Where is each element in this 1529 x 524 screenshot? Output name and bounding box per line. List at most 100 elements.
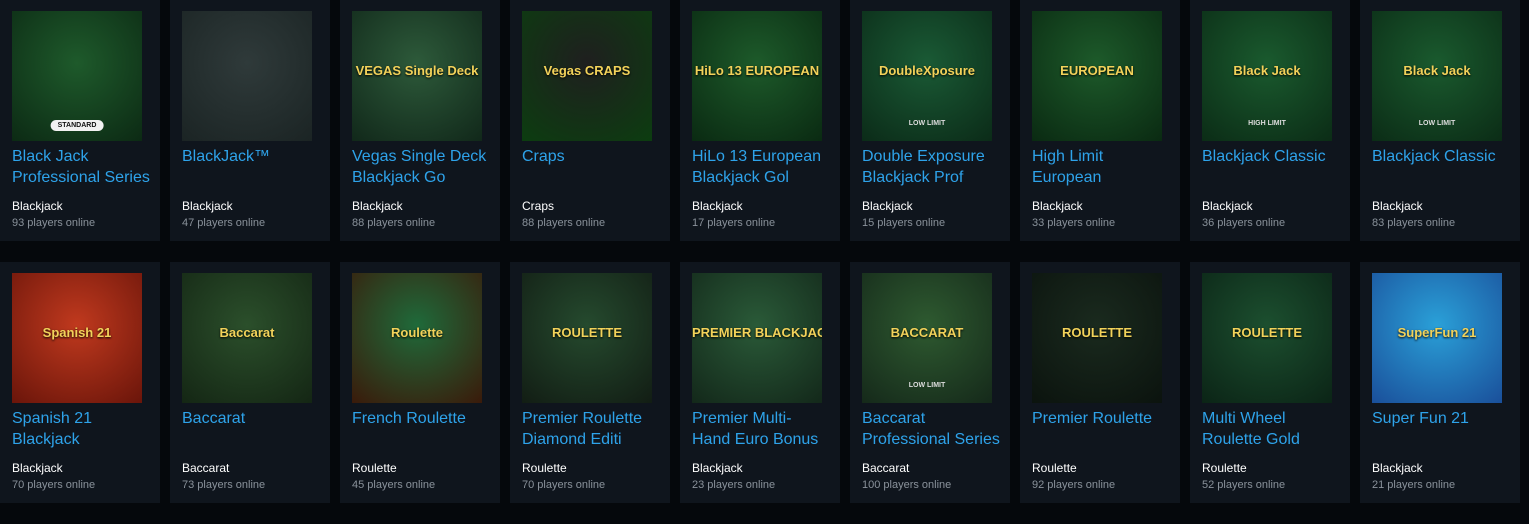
game-thumbnail[interactable]: Vegas CRAPS — [522, 11, 652, 141]
game-title[interactable]: Baccarat Professional Series — [862, 408, 1007, 450]
players-online: 15 players online — [862, 217, 946, 229]
game-card[interactable]: STANDARD Black Jack Professional Series Bla… — [0, 0, 160, 241]
game-thumbnail[interactable]: PREMIER BLACKJACK — [692, 273, 822, 403]
game-title[interactable]: Premier Roulette — [1032, 408, 1177, 429]
game-logo: VEGAS Single Deck — [355, 63, 479, 78]
game-logo: ROULETTE — [551, 325, 623, 340]
game-thumbnail[interactable]: BACCARAT LOW LIMIT — [862, 273, 992, 403]
game-logo: Roulette — [391, 325, 443, 340]
game-title[interactable]: Spanish 21 Blackjack — [12, 408, 157, 450]
game-category: Blackjack — [12, 461, 63, 475]
game-card[interactable]: SuperFun 21 Super Fun 21 Blackjack 21 playe… — [1360, 262, 1520, 503]
game-logo: PREMIER BLACKJACK — [692, 325, 822, 340]
game-card[interactable]: BACCARAT LOW LIMIT Baccarat Professional Se… — [850, 262, 1010, 503]
game-card[interactable]: ROULETTE Premier Roulette Roulette 92 playe… — [1020, 262, 1180, 503]
game-thumbnail[interactable]: EUROPEAN — [1032, 11, 1162, 141]
game-title[interactable]: Vegas Single Deck Blackjack Go — [352, 146, 497, 188]
game-title-line2: Roulette Gold — [1202, 431, 1300, 448]
game-category: Blackjack — [1032, 199, 1083, 213]
players-online: 70 players online — [12, 479, 96, 491]
game-title-line2: Diamond Editi — [522, 431, 622, 448]
game-card[interactable]: PREMIER BLACKJACK Premier Multi- Hand Euro… — [680, 262, 840, 503]
game-title[interactable]: Double Exposure Blackjack Prof — [862, 146, 1007, 188]
game-title-line1: Super Fun 21 — [1372, 410, 1469, 427]
game-title-line2: European — [1032, 169, 1102, 186]
game-card[interactable]: Spanish 21 Spanish 21 Blackjack Blackjack 70… — [0, 262, 160, 503]
game-card[interactable]: BlackJack™ Blackjack 47 players online — [170, 0, 330, 241]
game-category: Blackjack — [352, 199, 403, 213]
game-title[interactable]: Black Jack Professional Series — [12, 146, 157, 188]
game-logo: Baccarat — [219, 325, 275, 340]
game-card[interactable]: Roulette French Roulette Roulette 45 player… — [340, 262, 500, 503]
game-thumbnail[interactable]: Spanish 21 — [12, 273, 142, 403]
game-title-line1: French Roulette — [352, 410, 466, 427]
game-title-line2: Professional Series — [862, 431, 1000, 448]
game-logo: ROULETTE — [1231, 325, 1303, 340]
game-logo: SuperFun 21 — [1397, 325, 1477, 340]
game-category: Blackjack — [692, 199, 743, 213]
game-card[interactable]: VEGAS Single Deck Vegas Single Deck Blackj… — [340, 0, 500, 241]
game-row-2: Spanish 21 Spanish 21 Blackjack Blackjack 70… — [0, 262, 1529, 507]
game-title[interactable]: Multi Wheel Roulette Gold — [1202, 408, 1347, 450]
game-title[interactable]: HiLo 13 European Blackjack Gol — [692, 146, 837, 188]
game-title[interactable]: Blackjack Classic — [1202, 146, 1347, 167]
game-title[interactable]: Baccarat — [182, 408, 327, 429]
game-thumbnail[interactable]: VEGAS Single Deck — [352, 11, 482, 141]
players-online: 45 players online — [352, 479, 436, 491]
game-title[interactable]: Premier Multi- Hand Euro Bonus — [692, 408, 837, 450]
game-title-line2: Professional Series — [12, 169, 150, 186]
game-thumbnail[interactable]: Black Jack LOW LIMIT — [1372, 11, 1502, 141]
game-thumbnail[interactable] — [182, 11, 312, 141]
game-card[interactable]: DoubleXposure LOW LIMIT Double Exposure Bla… — [850, 0, 1010, 241]
game-thumbnail[interactable]: DoubleXposure LOW LIMIT — [862, 11, 992, 141]
game-logo: Black Jack — [1233, 63, 1301, 78]
game-thumbnail[interactable]: Roulette — [352, 273, 482, 403]
game-thumbnail[interactable]: ROULETTE — [1032, 273, 1162, 403]
thumbnail-badge: LOW LIMIT — [908, 382, 946, 389]
game-title-line1: Premier Roulette — [522, 410, 643, 427]
players-online: 47 players online — [182, 217, 266, 229]
game-thumbnail[interactable]: SuperFun 21 — [1372, 273, 1502, 403]
game-title-line1: Multi Wheel — [1202, 410, 1286, 427]
game-title[interactable]: Super Fun 21 — [1372, 408, 1517, 429]
thumbnail-badge: STANDARD — [50, 120, 104, 131]
game-thumbnail[interactable]: HiLo 13 EUROPEAN — [692, 11, 822, 141]
game-logo: DoubleXposure — [878, 63, 976, 78]
players-online: 70 players online — [522, 479, 606, 491]
game-title[interactable]: Craps — [522, 146, 667, 167]
game-thumbnail[interactable]: ROULETTE — [522, 273, 652, 403]
game-card[interactable]: HiLo 13 EUROPEAN HiLo 13 European Blackjac… — [680, 0, 840, 241]
game-category: Baccarat — [182, 461, 230, 475]
game-title[interactable]: High Limit European — [1032, 146, 1177, 188]
game-category: Roulette — [522, 461, 567, 475]
game-title-line1: Spanish 21 — [12, 410, 93, 427]
game-logo: Black Jack — [1403, 63, 1471, 78]
game-card[interactable]: ROULETTE Multi Wheel Roulette Gold Roulette… — [1190, 262, 1350, 503]
game-category: Blackjack — [1372, 461, 1423, 475]
game-title-line1: Premier Multi- — [692, 410, 792, 427]
players-online: 23 players online — [692, 479, 776, 491]
game-card[interactable]: ROULETTE Premier Roulette Diamond Editi Rou… — [510, 262, 670, 503]
game-thumbnail[interactable]: ROULETTE — [1202, 273, 1332, 403]
game-title[interactable]: Premier Roulette Diamond Editi — [522, 408, 667, 450]
game-title[interactable]: French Roulette — [352, 408, 497, 429]
players-online: 17 players online — [692, 217, 776, 229]
game-thumbnail[interactable]: Baccarat — [182, 273, 312, 403]
game-card[interactable]: EUROPEAN High Limit European Blackjack 33 pl… — [1020, 0, 1180, 241]
game-card[interactable]: Black Jack LOW LIMIT Blackjack Classic Blac… — [1360, 0, 1520, 241]
game-title-line1: HiLo 13 European — [692, 148, 821, 165]
game-title-line1: Craps — [522, 148, 565, 165]
game-category: Blackjack — [692, 461, 743, 475]
game-card[interactable]: Black Jack HIGH LIMIT Blackjack Classic Bla… — [1190, 0, 1350, 241]
game-card[interactable]: Baccarat Baccarat Baccarat 73 players onlin… — [170, 262, 330, 503]
game-card[interactable]: Vegas CRAPS Craps Craps 88 players online — [510, 0, 670, 241]
game-title[interactable]: Blackjack Classic — [1372, 146, 1517, 167]
game-category: Blackjack — [182, 199, 233, 213]
game-title[interactable]: BlackJack™ — [182, 146, 327, 167]
game-category: Baccarat — [862, 461, 910, 475]
game-thumbnail[interactable]: STANDARD — [12, 11, 142, 141]
game-thumbnail[interactable]: Black Jack HIGH LIMIT — [1202, 11, 1332, 141]
game-category: Craps — [522, 199, 555, 213]
game-title-line1: Premier Roulette — [1032, 410, 1153, 427]
game-category: Blackjack — [1202, 199, 1253, 213]
